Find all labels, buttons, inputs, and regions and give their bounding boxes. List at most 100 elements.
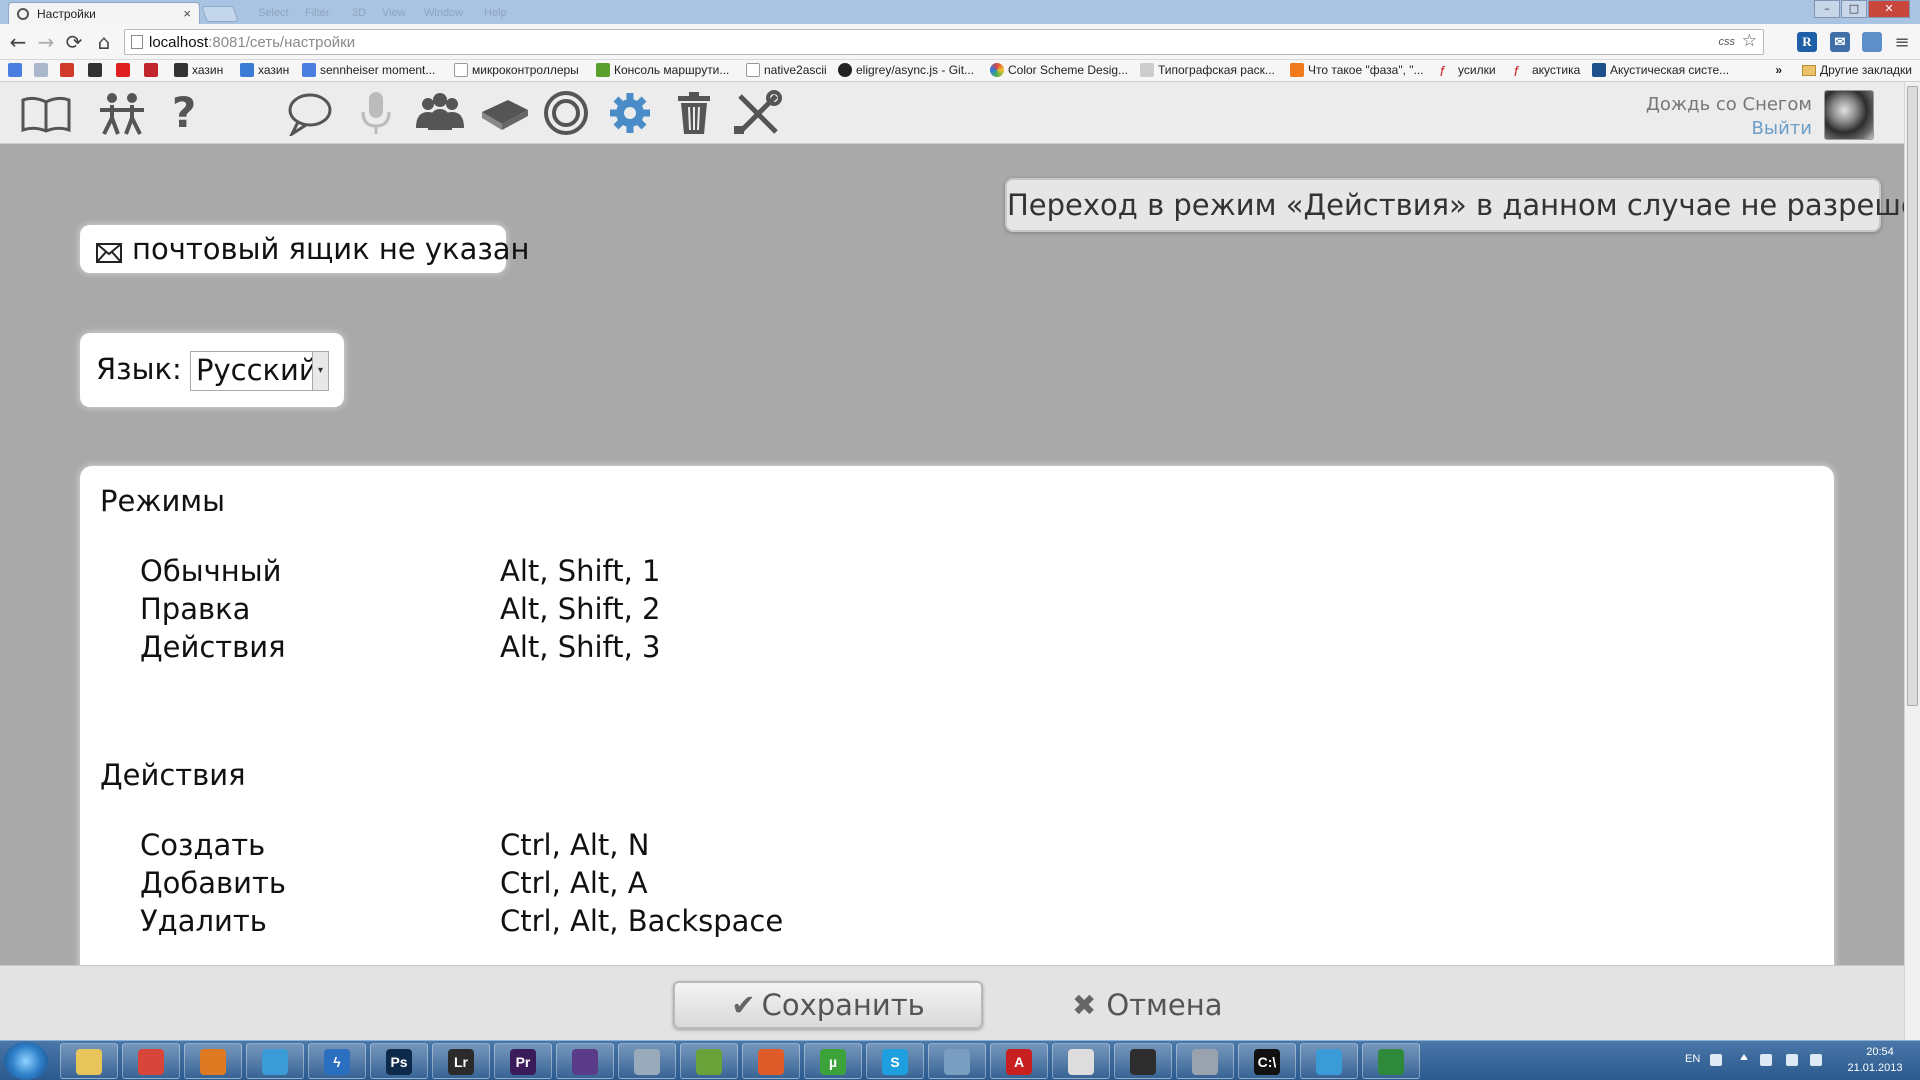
- home-button[interactable]: ⌂: [92, 30, 116, 54]
- forward-button[interactable]: →: [34, 30, 58, 54]
- address-bar[interactable]: localhost:8081/сеть/настройки css ☆: [124, 29, 1764, 55]
- mail-extension-icon[interactable]: ✉: [1830, 32, 1850, 52]
- taskbar-app-app-bird[interactable]: [246, 1043, 304, 1079]
- taskbar-app-acrobat[interactable]: A: [990, 1043, 1048, 1079]
- photoshop-icon: Ps: [386, 1049, 412, 1075]
- section-title-actions: Действия: [100, 758, 246, 792]
- chat-icon[interactable]: [284, 90, 336, 139]
- window-extension-icon[interactable]: [1862, 32, 1882, 52]
- taskbar-app-app-chart[interactable]: [680, 1043, 738, 1079]
- bookmark-item[interactable]: микроконтроллеры: [454, 63, 579, 77]
- volume-icon[interactable]: [1810, 1054, 1822, 1066]
- keyboard-icon[interactable]: [1710, 1054, 1722, 1066]
- close-tab-icon[interactable]: ×: [183, 6, 191, 21]
- avatar[interactable]: [1824, 90, 1874, 140]
- taskbar-app-skype[interactable]: S: [866, 1043, 924, 1079]
- bookmark-icon-only[interactable]: [116, 63, 134, 77]
- bookmark-item[interactable]: Акустическая систе...: [1592, 63, 1729, 77]
- page-scrollbar[interactable]: [1904, 82, 1920, 1040]
- taskbar-app-firefox[interactable]: [184, 1043, 242, 1079]
- bookmark-icon-only[interactable]: [34, 63, 52, 77]
- taskbar-app-explorer[interactable]: [60, 1043, 118, 1079]
- taskbar-app-app-bolt[interactable]: ϟ: [308, 1043, 366, 1079]
- bookmark-icon-only[interactable]: [144, 63, 162, 77]
- library-icon[interactable]: [478, 90, 530, 136]
- taskbar-app-steam[interactable]: [1114, 1043, 1172, 1079]
- scroll-thumb[interactable]: [1907, 86, 1918, 706]
- taskbar-app-app-leaf[interactable]: [1362, 1043, 1420, 1079]
- bookmark-icon-only[interactable]: [88, 63, 106, 77]
- taskbar-app-console[interactable]: C:\: [1238, 1043, 1296, 1079]
- taskbar-app-app-bird2[interactable]: [1300, 1043, 1358, 1079]
- tab-title: Настройки: [37, 7, 96, 21]
- taskbar-app-chrome[interactable]: [122, 1043, 180, 1079]
- bookmark-item[interactable]: Консоль маршрути...: [596, 63, 729, 77]
- minimize-button[interactable]: –: [1814, 0, 1840, 18]
- maximize-button[interactable]: □: [1841, 0, 1867, 18]
- taskbar-app-app-butterfly[interactable]: [742, 1043, 800, 1079]
- group-icon[interactable]: [414, 90, 466, 136]
- input-language[interactable]: EN: [1685, 1053, 1700, 1065]
- browser-tab-settings[interactable]: Настройки ×: [8, 2, 200, 24]
- start-button[interactable]: [4, 1042, 48, 1080]
- tray-expand-icon[interactable]: [1740, 1054, 1748, 1060]
- clock-time[interactable]: 20:54: [1850, 1046, 1910, 1058]
- taskbar-app-utorrent[interactable]: µ: [804, 1043, 862, 1079]
- people-icon[interactable]: [96, 90, 148, 136]
- trash-icon[interactable]: [668, 90, 720, 136]
- bookmark-item[interactable]: хазин: [174, 63, 223, 77]
- taskbar-app-photoshop[interactable]: Ps: [370, 1043, 428, 1079]
- tools-icon[interactable]: [732, 90, 784, 136]
- back-button[interactable]: ←: [6, 30, 30, 54]
- gear-icon[interactable]: [604, 90, 656, 136]
- target-icon[interactable]: [540, 90, 592, 136]
- other-bookmarks[interactable]: » Другие закладки: [1775, 63, 1912, 77]
- bookmark-item[interactable]: f акустика: [1514, 63, 1580, 79]
- steam-icon: [1130, 1049, 1156, 1075]
- help-icon[interactable]: ?: [158, 90, 210, 136]
- save-button[interactable]: ✔Сохранить правки: [673, 981, 983, 1066]
- taskbar-app-app-alien[interactable]: [1052, 1043, 1110, 1079]
- close-window-button[interactable]: ✕: [1868, 0, 1910, 18]
- microphone-icon[interactable]: [350, 90, 402, 136]
- taskbar: ϟ Ps Lr Pr µ S A C:\ EN 20:54 21.01.2013: [0, 1040, 1920, 1080]
- language-select[interactable]: Русский ▾: [190, 351, 329, 391]
- taskbar-app-app-cd[interactable]: [1176, 1043, 1234, 1079]
- bookmark-item[interactable]: хазин: [240, 63, 289, 77]
- bookmark-icon-only[interactable]: [60, 63, 78, 77]
- new-tab-button[interactable]: [201, 6, 239, 22]
- extension-r-icon[interactable]: R: [1797, 32, 1817, 52]
- other-bookmarks-label: Другие закладки: [1820, 63, 1912, 77]
- bookmark-item[interactable]: Color Scheme Desig...: [990, 63, 1128, 77]
- app-network-icon: [944, 1049, 970, 1075]
- bookmark-icon-only[interactable]: [8, 63, 26, 77]
- bookmark-item[interactable]: eligrey/async.js - Git...: [838, 63, 974, 77]
- language-card: Язык: Русский ▾: [80, 333, 344, 407]
- css-extension-badge[interactable]: css: [1719, 36, 1736, 48]
- bookmark-item[interactable]: sennheiser moment...: [302, 63, 435, 77]
- taskbar-app-app-disc[interactable]: [618, 1043, 676, 1079]
- book-icon[interactable]: [20, 90, 72, 136]
- bookmark-item[interactable]: native2ascii: [746, 63, 827, 77]
- taskbar-app-app-purple[interactable]: [556, 1043, 614, 1079]
- logout-link[interactable]: Выйти: [1752, 118, 1812, 139]
- taskbar-app-premiere[interactable]: Pr: [494, 1043, 552, 1079]
- menu-icon[interactable]: ≡: [1892, 32, 1912, 53]
- premiere-icon: Pr: [510, 1049, 536, 1075]
- bookmark-item[interactable]: Что такое "фаза", "...: [1290, 63, 1424, 77]
- clock-date[interactable]: 21.01.2013: [1840, 1062, 1910, 1074]
- network-icon[interactable]: [1786, 1054, 1798, 1066]
- chevron-down-icon[interactable]: ▾: [312, 352, 328, 390]
- user-name[interactable]: Дождь со Снегом: [1646, 94, 1812, 115]
- bookmark-star-icon[interactable]: ☆: [1742, 31, 1757, 51]
- bookmark-item[interactable]: Типографская раск...: [1140, 63, 1275, 77]
- faint-menu-item: 3D: [352, 7, 367, 19]
- bookmarks-overflow-icon: »: [1775, 63, 1783, 77]
- reload-button[interactable]: ⟳: [62, 30, 86, 54]
- taskbar-app-app-network[interactable]: [928, 1043, 986, 1079]
- cancel-button[interactable]: ✖ Отмена: [1072, 981, 1222, 1029]
- taskbar-app-lightroom[interactable]: Lr: [432, 1043, 490, 1079]
- mail-status-card[interactable]: почтовый ящик не указан: [80, 225, 530, 273]
- flag-icon[interactable]: [1760, 1054, 1772, 1066]
- bookmark-item[interactable]: f усилки: [1440, 63, 1496, 79]
